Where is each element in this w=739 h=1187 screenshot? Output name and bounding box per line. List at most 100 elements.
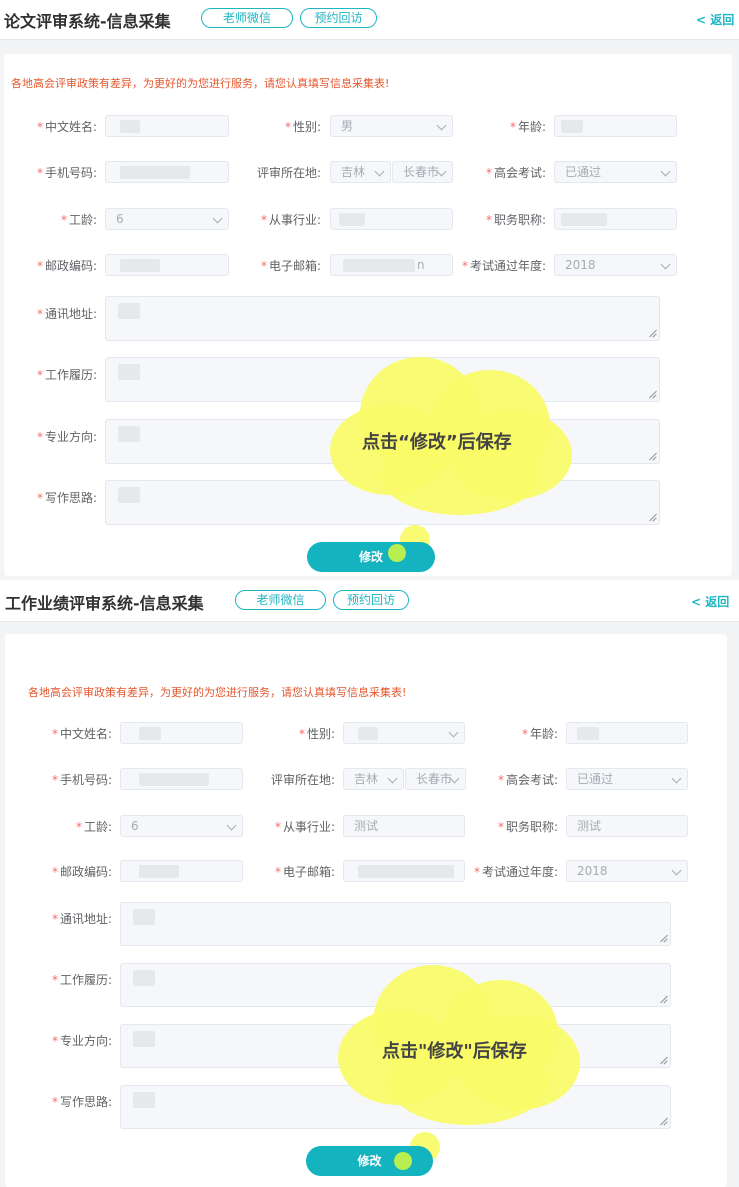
callout-text: 点击“修改”后保存 — [362, 432, 512, 453]
book-callback-button[interactable]: 预约回访 — [333, 590, 409, 610]
industry-input[interactable] — [330, 208, 453, 230]
chevron-down-icon — [671, 865, 682, 876]
resize-handle-icon[interactable] — [660, 1118, 668, 1126]
section-performance-review: 工作业绩评审系统-信息采集 老师微信 预约回访 < 返回 各地高会评审政策有差异… — [0, 580, 739, 1187]
exam-select[interactable]: 已通过 — [566, 768, 688, 790]
industry-label: * 从事行业: — [260, 213, 321, 227]
zip-label: * 邮政编码: — [36, 259, 97, 273]
age-label: * 年龄: — [509, 120, 546, 134]
resize-handle-icon[interactable] — [660, 935, 668, 943]
chevron-down-icon — [448, 727, 459, 738]
city-select[interactable]: 长春市 — [392, 161, 453, 183]
phone-input[interactable] — [105, 161, 229, 183]
exam-label: * 高会考试: — [485, 166, 546, 180]
major-label: * 专业方向: — [51, 1034, 112, 1048]
name-label: * 中文姓名: — [36, 120, 97, 134]
location-label: 评审所在地: — [270, 773, 335, 787]
phone-label: * 手机号码: — [51, 773, 112, 787]
resize-handle-icon[interactable] — [649, 453, 657, 461]
chevron-down-icon — [671, 773, 682, 784]
chevron-down-icon — [374, 166, 385, 177]
policy-notice: 各地高会评审政策有差异，为更好的为您进行服务，请您认真填写信息采集表! — [28, 686, 407, 699]
page-title: 工作业绩评审系统-信息采集 — [5, 594, 204, 613]
name-input[interactable] — [120, 722, 243, 744]
seniority-label: * 工龄: — [60, 213, 97, 227]
seniority-select[interactable]: 6 — [105, 208, 229, 230]
book-callback-button[interactable]: 预约回访 — [300, 8, 377, 28]
page-title: 论文评审系统-信息采集 — [4, 12, 171, 31]
chevron-down-icon — [660, 259, 671, 270]
zip-input[interactable] — [105, 254, 229, 276]
position-input[interactable] — [554, 208, 677, 230]
gender-select[interactable] — [343, 722, 465, 744]
page-header: 工作业绩评审系统-信息采集 老师微信 预约回访 < 返回 — [0, 580, 739, 622]
callout-cloud: 点击"修改"后保存 — [338, 965, 583, 1165]
exam-year-label: * 考试通过年度: — [461, 259, 546, 273]
callout-text: 点击"修改"后保存 — [382, 1041, 527, 1062]
click-indicator — [388, 544, 406, 562]
address-label: * 通讯地址: — [51, 912, 112, 926]
exam-select[interactable]: 已通过 — [554, 161, 677, 183]
resume-label: * 工作履历: — [51, 973, 112, 987]
click-indicator — [394, 1152, 412, 1170]
industry-input[interactable]: 测试 — [343, 815, 465, 837]
gender-label: * 性别: — [284, 120, 321, 134]
page-header: 论文评审系统-信息采集 老师微信 预约回访 < 返回 — [0, 0, 739, 40]
position-label: * 职务职称: — [497, 820, 558, 834]
chevron-down-icon — [212, 213, 223, 224]
phone-label: * 手机号码: — [36, 166, 97, 180]
position-input[interactable]: 测试 — [566, 815, 688, 837]
resize-handle-icon[interactable] — [649, 330, 657, 338]
age-label: * 年龄: — [521, 727, 558, 741]
exam-year-select[interactable]: 2018 — [554, 254, 677, 276]
resize-handle-icon[interactable] — [649, 391, 657, 399]
position-label: * 职务职称: — [485, 213, 546, 227]
zip-label: * 邮政编码: — [51, 865, 112, 879]
back-link[interactable]: < 返回 — [696, 11, 734, 28]
age-input[interactable] — [554, 115, 677, 137]
modify-button[interactable]: 修改 — [307, 542, 435, 572]
teacher-wechat-button[interactable]: 老师微信 — [201, 8, 293, 28]
resume-label: * 工作履历: — [36, 368, 97, 382]
section-thesis-review: 论文评审系统-信息采集 老师微信 预约回访 < 返回 各地高会评审政策有差异，为… — [0, 0, 739, 580]
policy-notice: 各地高会评审政策有差异，为更好的为您进行服务，请您认真填写信息采集表! — [11, 77, 390, 90]
chevron-down-icon — [387, 773, 398, 784]
exam-year-label: * 考试通过年度: — [473, 865, 558, 879]
address-textarea[interactable] — [120, 902, 671, 946]
teacher-wechat-button[interactable]: 老师微信 — [235, 590, 326, 610]
chevron-down-icon — [226, 820, 237, 831]
industry-label: * 从事行业: — [274, 820, 335, 834]
resize-handle-icon[interactable] — [660, 996, 668, 1004]
gender-select[interactable]: 男 — [330, 115, 453, 137]
province-select[interactable]: 吉林 — [343, 768, 404, 790]
exam-label: * 高会考试: — [497, 773, 558, 787]
age-input[interactable] — [566, 722, 688, 744]
zip-input[interactable] — [120, 860, 243, 882]
name-input[interactable] — [105, 115, 229, 137]
email-label: * 电子邮箱: — [274, 865, 335, 879]
writing-label: * 写作思路: — [36, 491, 97, 505]
location-label: 评审所在地: — [256, 166, 321, 180]
exam-year-select[interactable]: 2018 — [566, 860, 688, 882]
province-select[interactable]: 吉林 — [330, 161, 391, 183]
address-label: * 通讯地址: — [36, 307, 97, 321]
writing-label: * 写作思路: — [51, 1095, 112, 1109]
email-input[interactable]: n — [330, 254, 453, 276]
resize-handle-icon[interactable] — [660, 1057, 668, 1065]
name-label: * 中文姓名: — [51, 727, 112, 741]
seniority-label: * 工龄: — [75, 820, 112, 834]
gender-label: * 性别: — [298, 727, 335, 741]
major-label: * 专业方向: — [36, 430, 97, 444]
chevron-down-icon — [660, 166, 671, 177]
seniority-select[interactable]: 6 — [120, 815, 243, 837]
address-textarea[interactable] — [105, 296, 660, 341]
email-input[interactable] — [343, 860, 465, 882]
callout-cloud: 点击“修改”后保存 — [330, 355, 575, 555]
city-select[interactable]: 长春市 — [405, 768, 466, 790]
modify-button[interactable]: 修改 — [306, 1146, 433, 1176]
resize-handle-icon[interactable] — [649, 514, 657, 522]
back-link[interactable]: < 返回 — [691, 593, 729, 610]
email-label: * 电子邮箱: — [260, 259, 321, 273]
phone-input[interactable] — [120, 768, 243, 790]
chevron-down-icon — [436, 120, 447, 131]
